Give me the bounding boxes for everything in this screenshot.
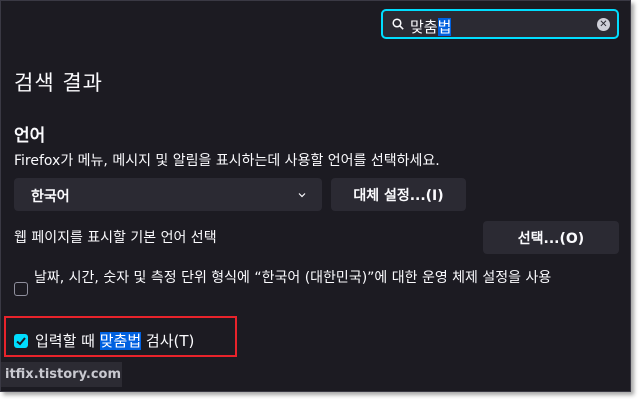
spellcheck-checkbox[interactable] (14, 334, 28, 348)
chevron-down-icon (298, 193, 306, 198)
spellcheck-label: 입력할 때 맞춤법 검사(T) (35, 332, 195, 350)
regional-format-label: 날짜, 시간, 숫자 및 측정 단위 형식에 “한국어 (대한민국)”에 대한 … (34, 270, 552, 286)
watermark: itfix.tistory.com (1, 362, 122, 387)
web-language-label: 웹 페이지를 표시할 기본 언어 선택 (14, 230, 217, 246)
search-value-selection: 법 (437, 18, 452, 36)
clear-icon[interactable]: ✕ (597, 18, 610, 31)
search-icon (392, 18, 404, 30)
choose-language-button[interactable]: 선택...(O) (483, 221, 619, 254)
alternatives-button[interactable]: 대체 설정...(I) (331, 178, 466, 211)
search-value: 맞춤법 (410, 18, 452, 36)
language-description: Firefox가 메뉴, 메시지 및 알림을 표시하는데 사용할 언어를 선택하… (14, 153, 440, 169)
regional-format-checkbox[interactable] (14, 282, 28, 296)
page-title: 검색 결과 (14, 71, 103, 95)
preferences-window: 맞춤법 ✕ 검색 결과 언어 Firefox가 메뉴, 메시지 및 알림을 표시… (0, 0, 631, 392)
checkmark-icon (16, 337, 26, 346)
spellcheck-label-match: 맞춤법 (99, 332, 142, 350)
language-select-value: 한국어 (31, 189, 70, 205)
language-section-title: 언어 (14, 126, 46, 146)
language-select[interactable]: 한국어 (14, 178, 322, 211)
search-input[interactable]: 맞춤법 ✕ (381, 9, 619, 39)
